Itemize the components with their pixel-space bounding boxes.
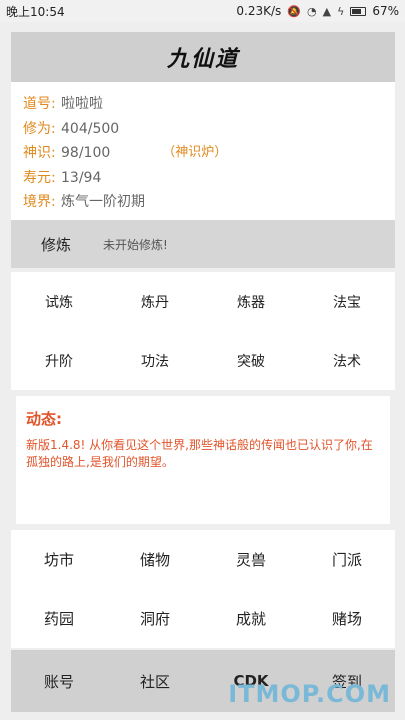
action-treasure-button[interactable]: 法宝 — [299, 272, 395, 331]
network-speed: 0.23K/s — [236, 4, 282, 18]
battery-icon — [350, 6, 367, 16]
profile-value: 啦啦啦 — [61, 96, 103, 112]
wifi-icon: ◔ — [306, 4, 317, 18]
mute-icon: 🔕 — [287, 4, 301, 18]
action-trial-button[interactable]: 试炼 — [11, 272, 107, 331]
cultivate-title[interactable]: 修炼 — [41, 234, 103, 255]
profile-label: 修为: — [23, 120, 56, 137]
place-beast-button[interactable]: 灵兽 — [203, 530, 299, 589]
action-spell-button[interactable]: 法术 — [299, 331, 395, 390]
action-alchemy-button[interactable]: 炼丹 — [107, 272, 203, 331]
news-text: 新版1.4.8! 从你看见这个世界,那些神话般的传闻也已认识了你,在孤独的路上,… — [26, 438, 373, 469]
place-sect-button[interactable]: 门派 — [299, 530, 395, 589]
app-header: 九仙道 — [11, 32, 395, 82]
place-market-button[interactable]: 坊市 — [11, 530, 107, 589]
spirit-furnace-link[interactable]: （神识炉） — [162, 141, 227, 166]
status-time: 晚上10:54 — [6, 4, 65, 19]
profile-label: 寿元: — [23, 169, 56, 186]
profile-row-name: 道号: 啦啦啦 — [23, 92, 383, 117]
action-forge-button[interactable]: 炼器 — [203, 272, 299, 331]
battery-percent: 67% — [372, 4, 399, 18]
place-garden-button[interactable]: 药园 — [11, 589, 107, 648]
profile-row-lifespan: 寿元: 13/94 — [23, 166, 383, 191]
news-panel: 动态: 新版1.4.8! 从你看见这个世界,那些神话般的传闻也已认识了你,在孤独… — [16, 396, 390, 524]
app-logo: 九仙道 — [157, 41, 249, 73]
action-grid: 试炼 炼丹 炼器 法宝 升阶 功法 突破 法术 — [11, 272, 395, 390]
place-storage-button[interactable]: 储物 — [107, 530, 203, 589]
profile-value: 炼气一阶初期 — [61, 194, 145, 210]
profile-panel: 道号: 啦啦啦 修为: 404/500 神识: 98/100 （神识炉） 寿元:… — [11, 82, 395, 220]
profile-row-spirit: 神识: 98/100 （神识炉） — [23, 141, 383, 166]
charging-icon: ϟ — [337, 4, 345, 18]
cultivate-bar[interactable]: 修炼 未开始修炼! — [11, 220, 395, 268]
watermark: ITMOP.COM — [228, 680, 391, 708]
profile-label: 境界: — [23, 194, 56, 210]
community-button[interactable]: 社区 — [107, 650, 203, 712]
place-casino-button[interactable]: 赌场 — [299, 589, 395, 648]
action-technique-button[interactable]: 功法 — [107, 331, 203, 390]
signal-icon: ▲ — [322, 4, 332, 18]
status-right: 0.23K/s 🔕 ◔ ▲ ϟ 67% — [236, 4, 399, 18]
action-ascend-button[interactable]: 升阶 — [11, 331, 107, 390]
profile-label: 神识: — [23, 145, 56, 161]
profile-row-realm: 境界: 炼气一阶初期 — [23, 190, 383, 215]
places-grid: 坊市 储物 灵兽 门派 药园 洞府 成就 赌场 — [11, 530, 395, 648]
account-button[interactable]: 账号 — [11, 650, 107, 712]
cultivate-status: 未开始修炼! — [103, 237, 168, 252]
action-breakthrough-button[interactable]: 突破 — [203, 331, 299, 390]
place-achievement-button[interactable]: 成就 — [203, 589, 299, 648]
profile-value: 98/100 — [61, 145, 111, 161]
profile-row-cultivation: 修为: 404/500 — [23, 117, 383, 142]
profile-value: 13/94 — [61, 169, 102, 186]
news-title: 动态: — [26, 410, 62, 428]
profile-value: 404/500 — [61, 120, 120, 137]
place-cave-button[interactable]: 洞府 — [107, 589, 203, 648]
profile-label: 道号: — [23, 96, 56, 112]
status-bar: 晚上10:54 0.23K/s 🔕 ◔ ▲ ϟ 67% — [0, 0, 405, 22]
